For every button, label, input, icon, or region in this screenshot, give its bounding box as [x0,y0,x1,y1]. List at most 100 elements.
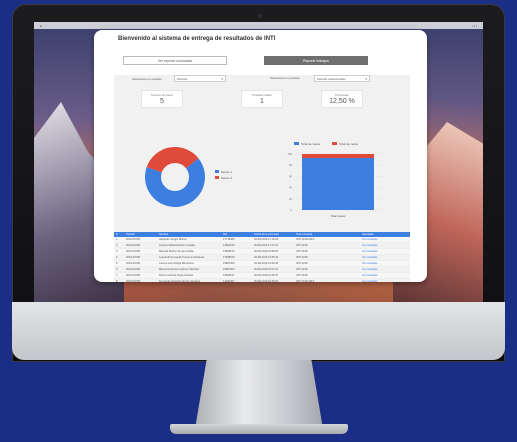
cell-nombre: Antonio Mella Martínez Cuadra [159,244,195,247]
cell-nombre: Fernanda Alejandra Rozas Santana [159,280,201,282]
cell-periodo: 2019-09708 [126,274,140,277]
col-index: # [116,233,118,236]
donut-chart: Series 1 Series 2 [145,147,232,207]
cell-periodo: 2019-09708 [126,244,140,247]
camera-icon [258,14,262,18]
bar-ytick-label: 80 [289,163,292,167]
cell-periodo: 2019-09708 [126,238,140,241]
bar-ytick-label: 20 [289,197,292,201]
legend-swatch-1 [215,170,219,173]
stat-card-porcentaje: Porcentaje 12,50 % [321,90,363,108]
cell-rut: 17718480 [223,238,235,241]
bar-chart: Total de casos Total de casos 100 80 60 40 2… [288,142,384,218]
cell-rut: 16829117 [223,274,235,277]
legend-label-2: Series 2 [221,176,232,180]
bar-xlabel: Total casos [330,214,346,218]
cell-nombre: Leonardo Fernando Fonseca Cárdenas [159,256,205,259]
legend-label-1: Series 1 [221,170,232,174]
cell-index: 6 [116,268,118,271]
apple-icon[interactable]: ● [40,24,42,28]
cell-rut: 15867604 [223,268,235,271]
cell-index: 1 [116,238,118,241]
table-body: 1 2019-09708 Alejandro Sergio Muñoz 1771848… [114,237,410,282]
cell-periodo: 2019-09708 [126,250,140,253]
cell-fecha: 20-08-2019 17:19:04 [254,238,279,241]
bar-legend-label-2: Total de casos [339,142,359,146]
bar-ytick-label: 0 [291,208,293,212]
stat-value: 5 [160,98,164,105]
col-rut: Rut [223,233,228,236]
filter-left-label: Seleccione un periodo [132,77,162,81]
cell-resultado[interactable]: Ver resultado [362,274,410,277]
cell-periodo: 2019-09708 [126,280,140,282]
cell-rut: 15887403 [223,262,235,265]
cell-rut: 17668070 [223,256,235,259]
period-select-left[interactable]: Periodo ▾ [174,75,226,82]
cell-resultado[interactable]: Ver resultado [362,262,410,265]
cell-resultado[interactable]: Ver resultado [362,238,410,241]
cell-periodo: 2019-09708 [126,256,140,259]
cell-fecha: 20-08-2019 16:51:52 [254,268,279,271]
bar-ytick-label: 40 [289,186,292,190]
cell-nombre: Alejandro Sergio Muñoz [159,238,187,241]
filter-right-label: Seleccione un periodo [270,76,300,80]
col-periodo: Periodo [126,233,135,236]
chevron-down-icon: ▾ [221,76,223,81]
cell-index: 5 [116,262,118,265]
cell-tipo: INTI 2018-2019 [296,280,315,282]
legend-swatch-2 [215,176,219,179]
cell-rut: 14804218 [223,244,235,247]
cell-index: 2 [116,244,118,247]
bar-legend-label-1: Total de casos [301,142,321,146]
stat-value: 12,50 % [329,98,355,105]
tab-ver-reporte[interactable]: Ver reporte conductas [123,56,227,65]
cell-fecha: 20-08-2019 16:53:28 [254,262,279,265]
stat-label: Pruebas totales [252,93,272,97]
bar-ytick-label: 60 [289,174,292,178]
cell-periodo: 2019-09708 [126,262,140,265]
cell-tipo: INTI 2018 [296,256,308,259]
period-select-right[interactable]: Periodo seleccionado ▾ [314,75,370,82]
cell-fecha: 20-08-2019 16:58:03 [254,250,279,253]
cell-tipo: INTI 2018 [296,268,308,271]
cell-resultado[interactable]: Ver resultado [362,280,410,282]
col-tipo: Tipo encuesta [296,233,313,236]
menu-bar: ● ▪ ▪ ▪ [34,22,483,29]
cell-rut: 13868276 [223,250,235,253]
cell-nombre: Rocío Carolina Vega Andrade [159,274,194,277]
cell-fecha: 20-08-2019 16:55:42 [254,256,279,259]
browser-window: Bienvenido al sistema de entrega de resu… [94,30,427,282]
monitor-stand-foot [170,424,348,434]
desktop-screen: ● ▪ ▪ ▪ Bienvenido al sistema de entrega… [34,22,483,302]
results-table: # Periodo Nombre Rut Fecha de la encuest… [114,232,410,282]
stat-card-pruebas: Pruebas totales 1 [241,90,283,108]
stat-label: Numero de casos [151,93,173,97]
cell-index: 3 [116,250,118,253]
tab-reporte-trabajos[interactable]: Reporte trabajos [264,56,368,65]
cell-resultado[interactable]: Ver resultado [362,250,410,253]
cell-tipo: INTI 2018 [296,244,308,247]
col-resultado: Resultado [362,233,374,236]
cell-resultado[interactable]: Ver resultado [362,256,410,259]
cell-index: 8 [116,280,118,282]
cell-resultado[interactable]: Ver resultado [362,268,410,271]
period-select-left-value: Periodo [177,76,188,81]
bar-ytick-label: 100 [288,152,293,156]
cell-tipo: INTI 2018 [296,274,308,277]
cell-resultado[interactable]: Ver resultado [362,244,410,247]
cell-nombre: Marcela Muñoz de Hermosilla [159,250,194,253]
cell-periodo: 2019-09708 [126,268,140,271]
chevron-down-icon: ▾ [365,76,367,81]
col-fecha: Fecha de la encuesta [254,233,279,236]
bar-legend-swatch-1 [294,142,299,145]
stat-card-casos: Numero de casos 5 [141,90,183,108]
cell-tipo: INTI 2018 [296,250,308,253]
bar-legend-swatch-2 [332,142,337,145]
page-title: Bienvenido al sistema de entrega de resu… [118,36,276,42]
cell-index: 4 [116,256,118,259]
cell-tipo: INTI 2018-2019 [296,238,315,241]
bar-blue-segment [302,158,374,210]
cell-tipo: INTI 2018 [296,262,308,265]
monitor-chin [12,302,505,360]
cell-fecha: 20-08-2019 16:48:37 [254,274,279,277]
